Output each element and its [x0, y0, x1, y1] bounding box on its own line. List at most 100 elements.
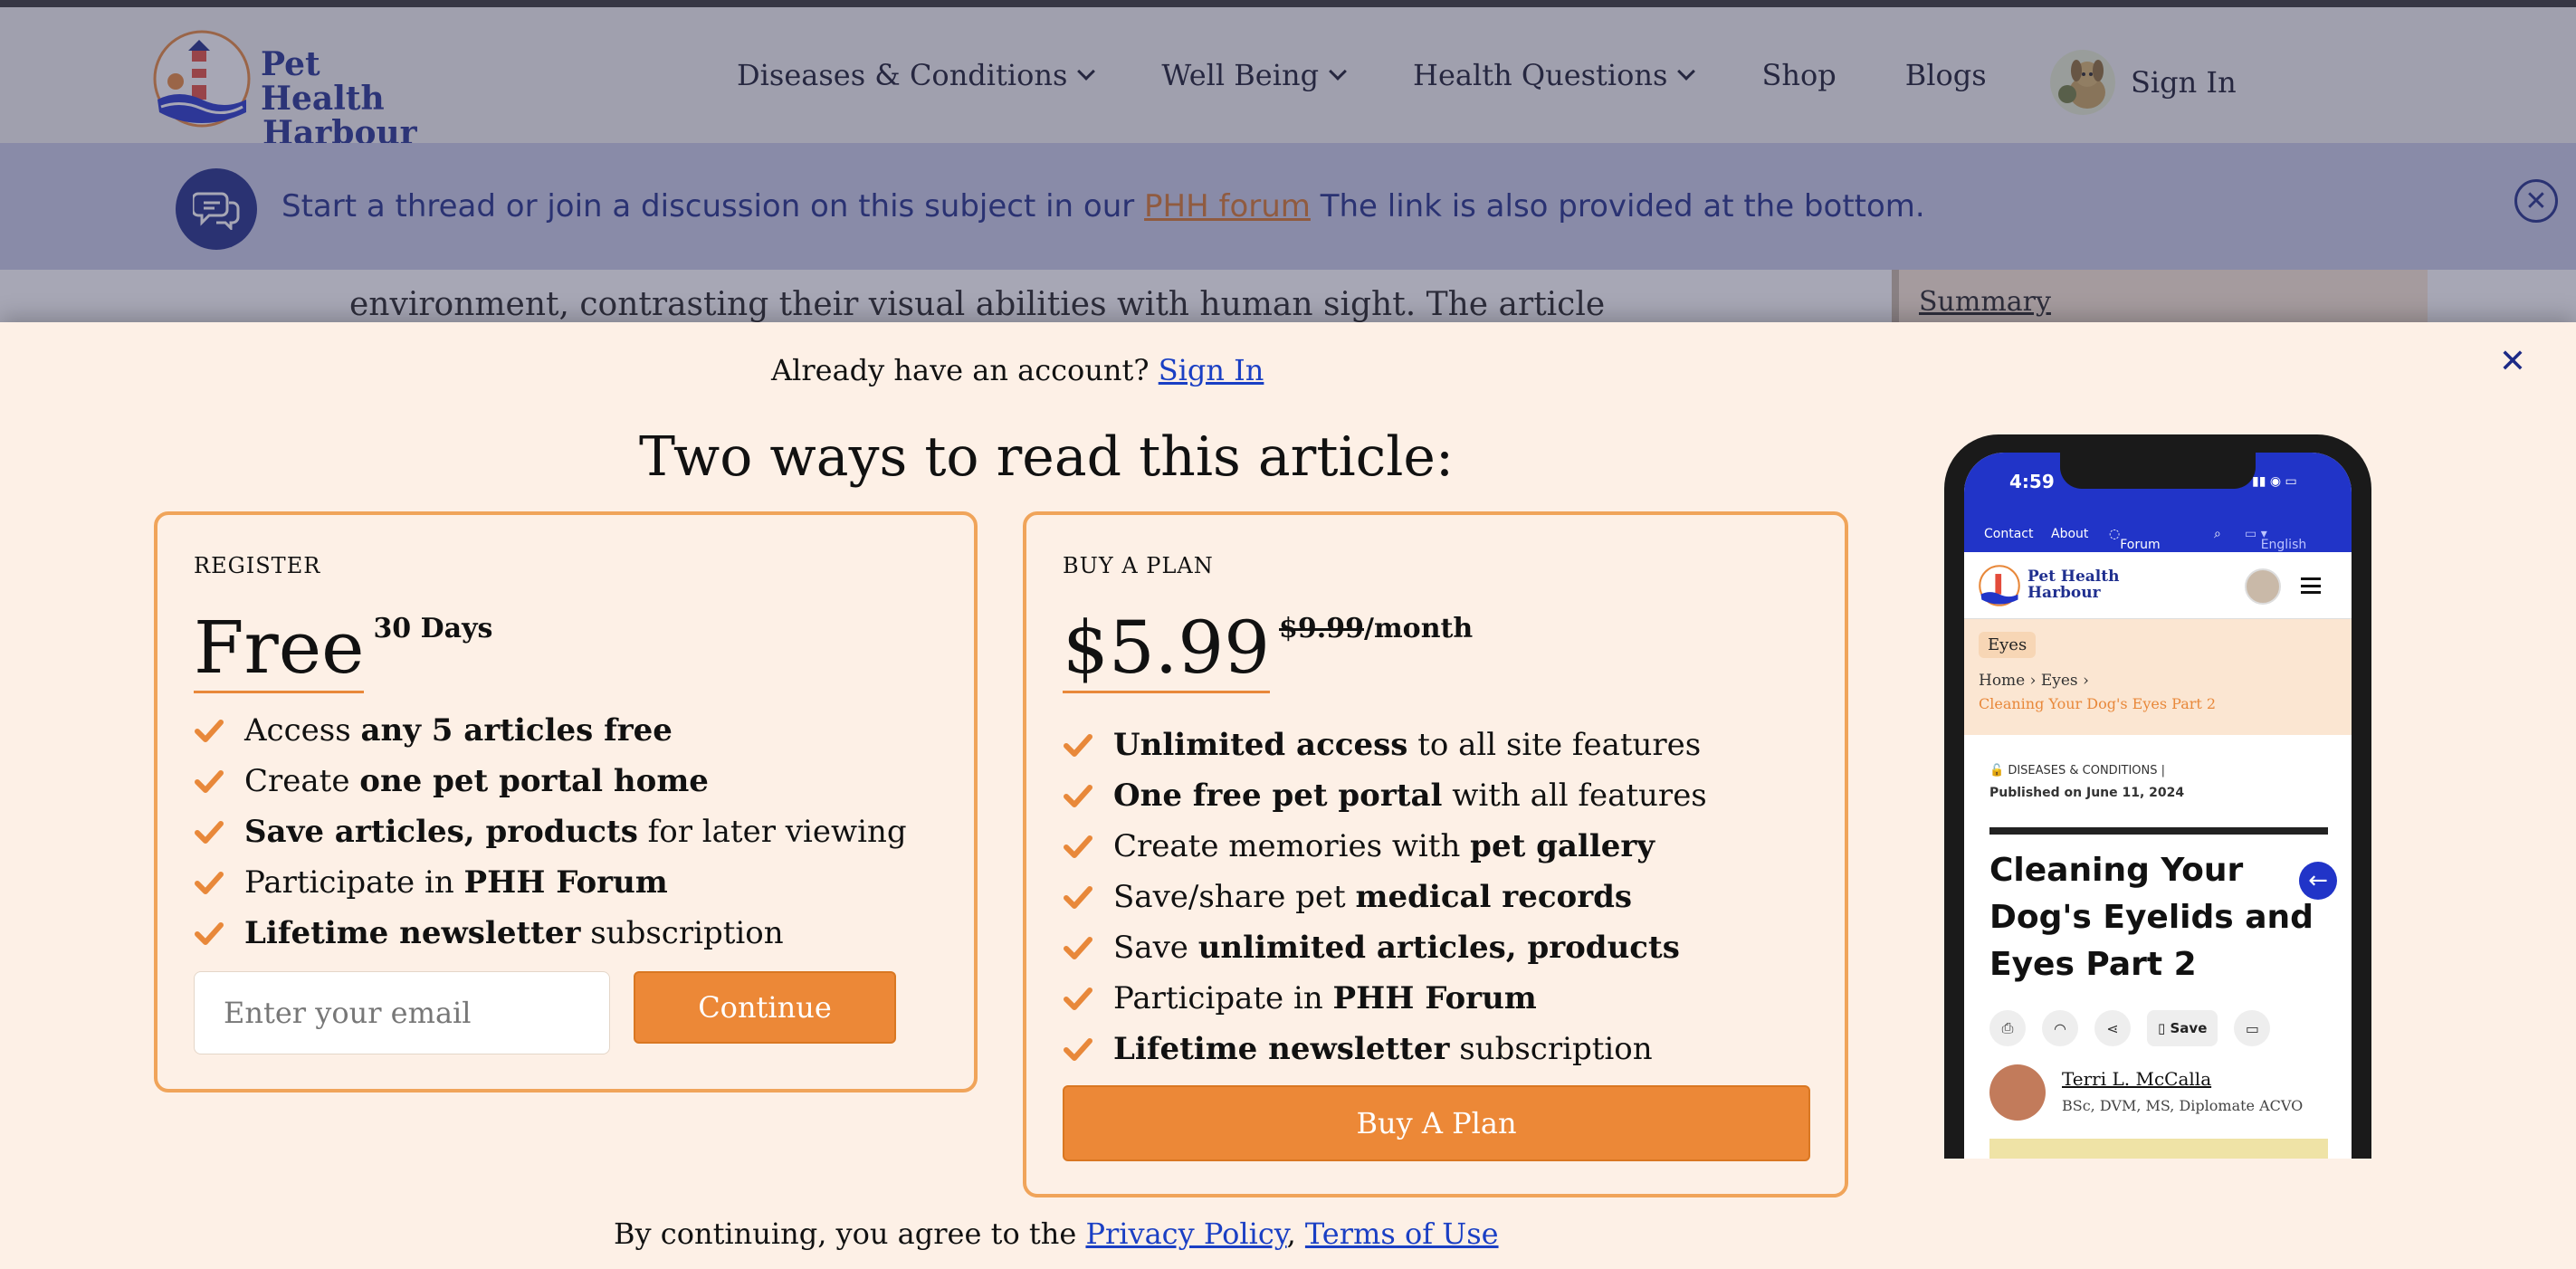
feature-text: Participate in — [1113, 980, 1333, 1016]
phone-breadcrumb-area: Eyes Home › Eyes › Cleaning Your Dog's E… — [1964, 619, 2352, 735]
checkmark-icon — [195, 872, 224, 894]
avatar — [2245, 568, 2281, 605]
price-period: $9.99/month — [1279, 611, 1473, 647]
feature-item: One free pet portal with all features — [1063, 770, 1707, 821]
feature-text: Save — [1113, 930, 1198, 966]
lighthouse-logo-icon — [1979, 565, 2020, 606]
phone-mockup: 4:59 ▮▮ ◉ ▭ Contact About ◌ Forum ⌕ ▭ En… — [1944, 434, 2371, 1159]
checkmark-icon — [1064, 886, 1092, 909]
phone-category-text: DISEASES & CONDITIONS — [2008, 764, 2158, 778]
feature-item: Save articles, products for later viewin… — [194, 806, 907, 857]
plan-price: $5.99 $9.99/month — [1063, 606, 1473, 693]
price-value: $5.99 — [1063, 606, 1271, 693]
already-text: Already have an account? — [771, 353, 1159, 387]
continue-button[interactable]: Continue — [634, 971, 896, 1044]
modal-sign-in-link[interactable]: Sign In — [1159, 353, 1264, 387]
author-avatar — [1989, 1064, 2046, 1121]
feature-item: Lifetime newsletter subscription — [1063, 1024, 1707, 1074]
register-features: Access any 5 articles free Create one pe… — [194, 705, 907, 959]
checkmark-icon — [195, 821, 224, 844]
privacy-policy-link[interactable]: Privacy Policy — [1085, 1217, 1286, 1251]
feature-bold: Lifetime newsletter — [244, 915, 581, 951]
register-card: REGISTER Free 30 Days Access any 5 artic… — [154, 511, 978, 1092]
checkmark-icon — [1064, 937, 1092, 959]
phone-logo-text: Pet Health Harbour — [2027, 568, 2119, 601]
feature-item: Save unlimited articles, products — [1063, 922, 1707, 973]
buy-plan-card: BUY A PLAN $5.99 $9.99/month Unlimited a… — [1023, 511, 1848, 1197]
feature-bold: medical records — [1355, 879, 1633, 915]
register-label: REGISTER — [194, 553, 321, 578]
feature-item: Access any 5 articles free — [194, 705, 907, 756]
checkmark-icon — [195, 770, 224, 793]
feature-item: Create memories with pet gallery — [1063, 821, 1707, 872]
feature-item: Create one pet portal home — [194, 756, 907, 806]
phone-notch — [2060, 453, 2256, 489]
checkmark-icon — [1064, 835, 1092, 858]
phone-author-name: Terri L. McCalla — [2062, 1068, 2212, 1090]
feature-bold: unlimited articles, products — [1197, 930, 1680, 966]
checkmark-icon — [1064, 988, 1092, 1010]
hamburger-menu-icon — [2301, 577, 2321, 594]
listen-icon: ◠ — [2042, 1010, 2078, 1046]
phone-author-credentials: BSc, DVM, MS, Diplomate ACVO — [2062, 1097, 2304, 1114]
modal-close-button[interactable]: ✕ — [2496, 346, 2529, 378]
back-arrow-icon: ← — [2299, 862, 2337, 900]
phone-time: 4:59 — [2009, 471, 2055, 492]
feature-text: with all features — [1442, 778, 1707, 814]
feature-text: Create memories with — [1113, 828, 1471, 864]
phone-save-label: Save — [2170, 1020, 2208, 1036]
already-have-account: Already have an account? Sign In — [771, 353, 1264, 387]
price-value: Free — [194, 606, 365, 693]
phone-nav-contact: Contact — [1984, 527, 2034, 541]
checkmark-icon — [195, 922, 224, 945]
terms-text: By continuing, you agree to the — [614, 1217, 1086, 1251]
email-input[interactable]: Enter your email — [194, 971, 610, 1054]
feature-text: Create — [244, 763, 360, 799]
feature-bold: pet gallery — [1470, 828, 1655, 864]
checkmark-icon — [1064, 785, 1092, 807]
breadcrumb-home: Home — [1979, 672, 2026, 690]
signal-wifi-battery-icon: ▮▮ ◉ ▭ — [2252, 474, 2297, 489]
terms-of-use-link[interactable]: Terms of Use — [1305, 1217, 1499, 1251]
feature-item: Save/share pet medical records — [1063, 872, 1707, 922]
breadcrumb-eyes: Eyes — [2040, 672, 2078, 690]
phone-site-header: Pet Health Harbour — [1964, 552, 2352, 619]
email-placeholder: Enter your email — [224, 996, 472, 1030]
phone-save-button: ▯ Save — [2147, 1010, 2218, 1046]
feature-bold: PHH Forum — [463, 864, 668, 901]
feature-text: to all site features — [1407, 727, 1702, 763]
share-icon: ⋖ — [2094, 1010, 2131, 1046]
feature-text: Participate in — [244, 864, 464, 901]
phone-logo-line-2: Harbour — [2027, 584, 2101, 602]
phone-article-category: 🔓 DISEASES & CONDITIONS | — [1989, 764, 2166, 778]
plan-features: Unlimited access to all site features On… — [1063, 720, 1707, 1074]
feature-text: Save/share pet — [1113, 879, 1356, 915]
old-price: $9.99 — [1279, 613, 1364, 644]
phone-nav-about: About — [2051, 527, 2089, 541]
checkmark-icon — [1064, 1038, 1092, 1061]
phone-top-nav: Contact About ◌ Forum ⌕ ▭ English ▾ — [1964, 516, 2352, 552]
feature-bold: One free pet portal — [1113, 778, 1443, 814]
terms-notice: By continuing, you agree to the Privacy … — [614, 1217, 1499, 1251]
breadcrumb: Home › Eyes › — [1979, 672, 2089, 690]
feature-text: subscription — [580, 915, 784, 951]
feature-bold: Lifetime newsletter — [1113, 1031, 1450, 1067]
comments-icon: ▭ — [2234, 1010, 2271, 1046]
phone-article-title: Cleaning Your Dog's Eyelids and Eyes Par… — [1989, 852, 2314, 983]
phone-title-rule — [1989, 827, 2328, 835]
phone-published-date: Published on June 11, 2024 — [1989, 786, 2185, 800]
feature-item: Lifetime newsletter subscription — [194, 908, 907, 959]
feature-item: Participate in PHH Forum — [1063, 973, 1707, 1024]
phone-category-tag: Eyes — [1979, 632, 2037, 658]
phone-logo-line-1: Pet Health — [2027, 568, 2120, 586]
print-icon: ⎙ — [1989, 1010, 2026, 1046]
feature-text: for later viewing — [637, 814, 907, 850]
checkmark-icon — [195, 720, 224, 742]
plan-label: BUY A PLAN — [1063, 553, 1214, 578]
feature-bold: Unlimited access — [1113, 727, 1408, 763]
page-dim-overlay — [0, 0, 2576, 324]
price-duration: 30 Days — [373, 613, 493, 644]
feature-item: Participate in PHH Forum — [194, 857, 907, 908]
buy-plan-button[interactable]: Buy A Plan — [1063, 1085, 1810, 1161]
phone-search-icon: ⌕ — [2214, 527, 2221, 541]
